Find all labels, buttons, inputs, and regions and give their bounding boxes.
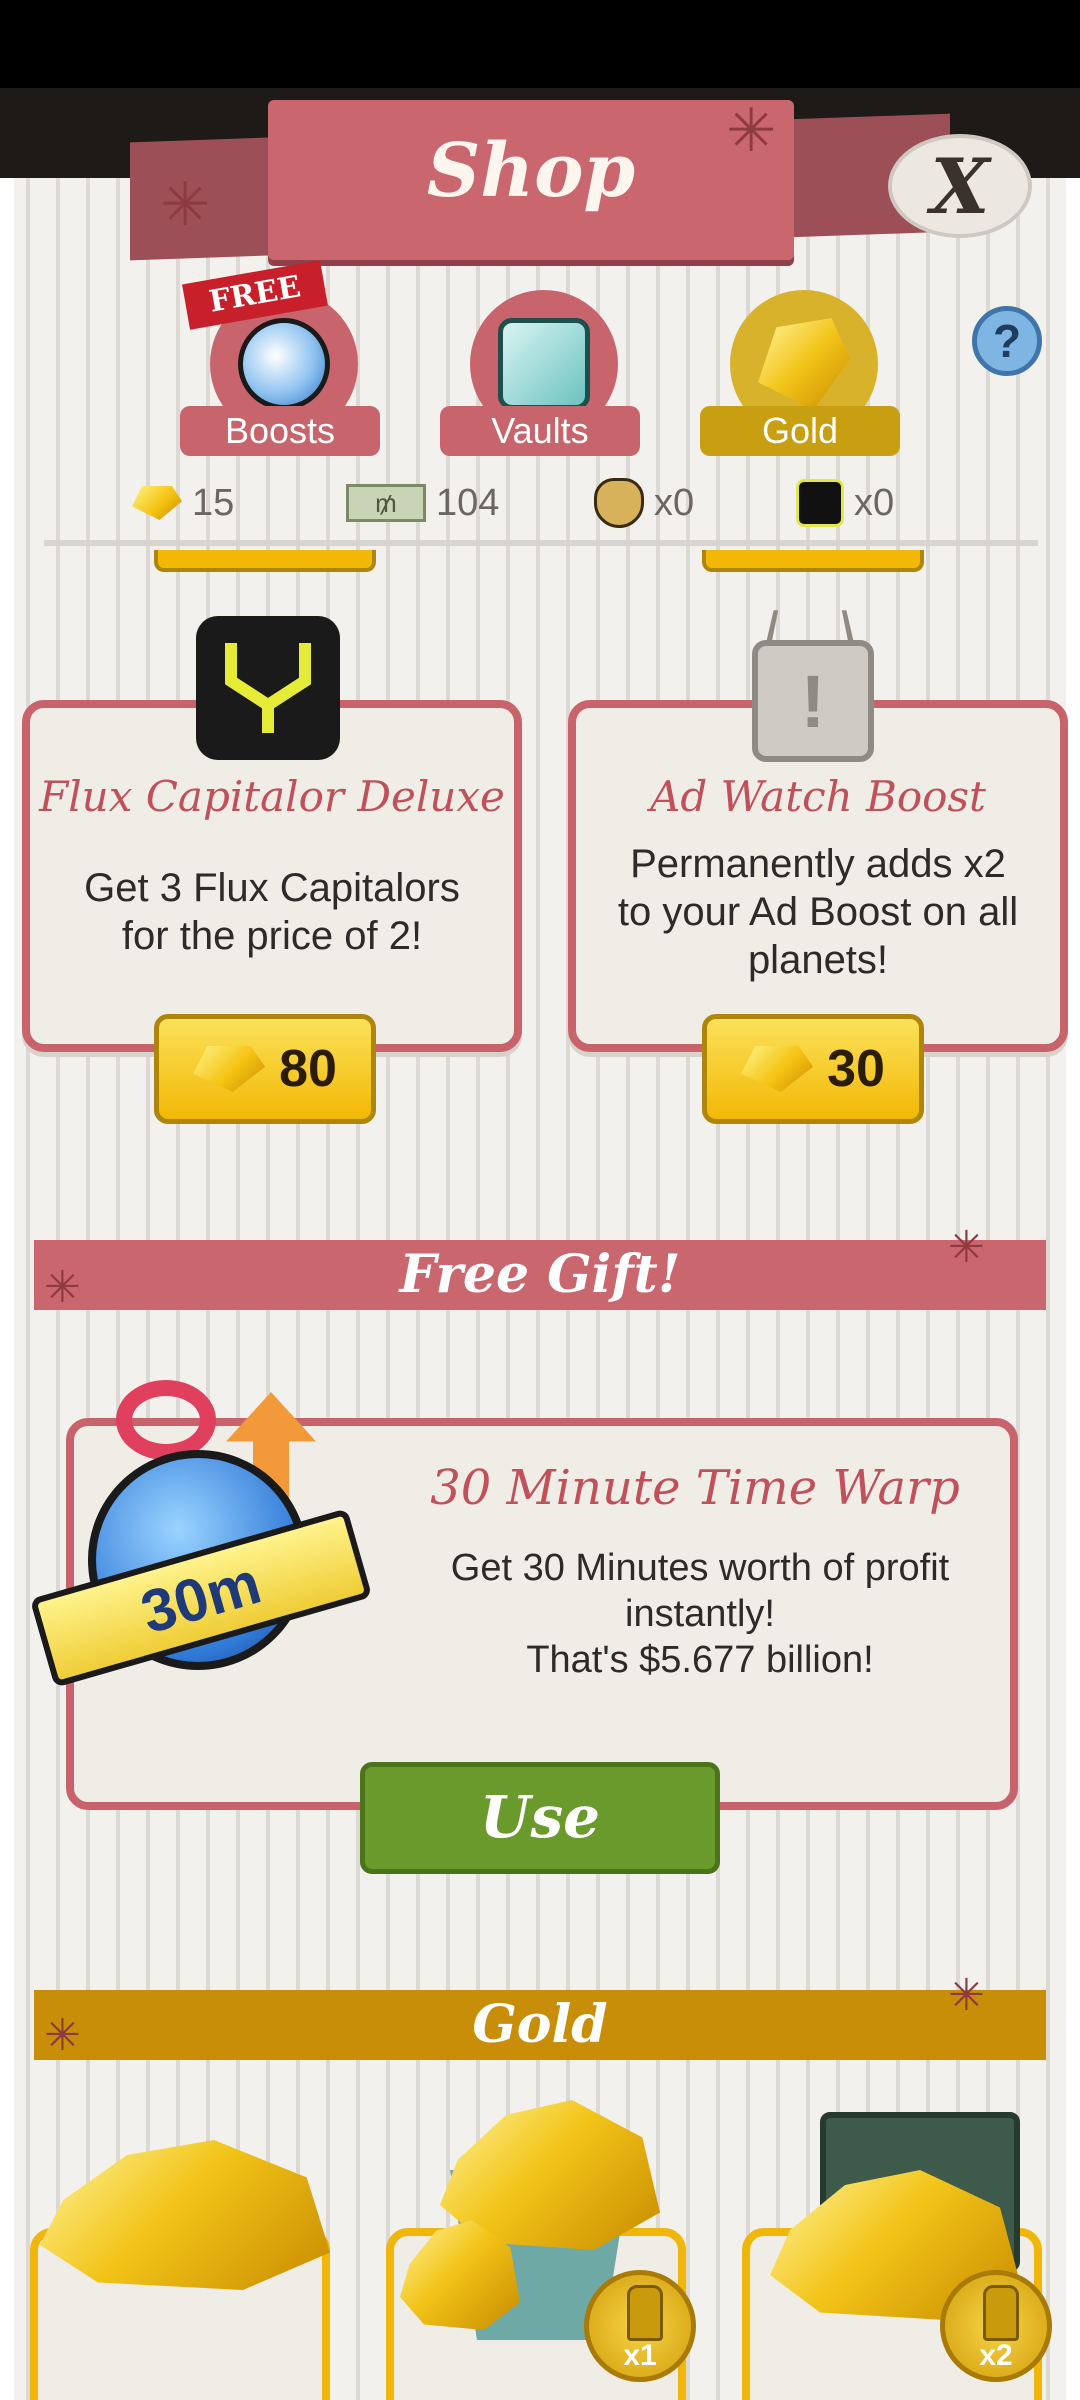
divider	[44, 540, 1038, 546]
scrolled-button-stub	[154, 550, 376, 572]
tab-vaults[interactable]: Vaults	[440, 290, 640, 456]
sparkle-icon: ✳	[948, 1222, 985, 1273]
sparkle-icon: ✳	[948, 1970, 985, 2021]
tab-label: Gold	[700, 406, 900, 456]
offer-description-line: for the price of 2!	[121, 914, 423, 958]
offer-title: Flux Capitalor Deluxe	[39, 772, 505, 821]
cash-boost-balance: x0	[594, 478, 694, 528]
sparkle-icon: ✳	[44, 1262, 81, 1313]
flux-balance: x0	[796, 478, 894, 528]
offer-description-line: to your Ad Boost on all	[617, 890, 1019, 934]
flux-capacitor-glyph	[225, 643, 311, 733]
free-gift-description-line: Get 30 Minutes worth of profit	[450, 1547, 950, 1589]
offer-description: Permanently adds x2 to your Ad Boost on …	[568, 840, 1068, 984]
megabucks-bill-icon: ₥	[346, 484, 426, 522]
cash-boost-count: x0	[654, 481, 695, 524]
offer-title: Ad Watch Boost	[650, 772, 986, 821]
free-gift-description: Get 30 Minutes worth of profit instantly…	[420, 1545, 980, 1683]
tv-icon: !	[752, 640, 874, 762]
money-bag-icon	[594, 478, 644, 528]
time-warp-icon: 30m	[29, 1372, 376, 1702]
gold-gem-icon	[132, 486, 182, 520]
page-title: Shop	[426, 128, 636, 214]
section-title: Gold	[472, 1994, 608, 2055]
bonus-seal: x1	[584, 2270, 696, 2382]
free-gift-title: 30 Minute Time Warp	[430, 1460, 960, 1516]
megabucks-count: 104	[436, 481, 500, 524]
bonus-seal: x2	[940, 2270, 1052, 2382]
vault-icon	[498, 318, 590, 410]
sparkle-icon: ✳	[726, 96, 777, 166]
offer-description-line: planets!	[747, 938, 889, 982]
free-gift-description-line: That's $5.677 billion!	[526, 1639, 874, 1681]
stopwatch-icon	[238, 318, 330, 410]
tab-label: Vaults	[440, 406, 640, 456]
price-label: 30	[827, 1040, 885, 1098]
price-label: 80	[279, 1040, 337, 1098]
gold-gem-icon	[193, 1046, 266, 1092]
scrolled-button-stub	[702, 550, 924, 572]
panel-edge-left	[0, 178, 14, 2400]
help-button[interactable]: ?	[972, 306, 1042, 376]
free-gift-description-line: instantly!	[625, 1593, 775, 1635]
section-title: Free Gift!	[399, 1244, 681, 1305]
sparkle-icon: ✳	[160, 170, 211, 240]
buy-flux-button[interactable]: 80	[154, 1014, 376, 1124]
panel-edge-right	[1066, 178, 1080, 2400]
gold-count: 15	[192, 481, 235, 524]
stopwatch-loop	[116, 1380, 216, 1460]
sparkle-icon: ✳	[44, 2010, 81, 2061]
use-button[interactable]: Use	[360, 1762, 720, 1874]
tab-gold[interactable]: Gold	[700, 290, 900, 456]
gold-balance: 15	[132, 478, 234, 528]
close-button[interactable]: X	[888, 134, 1032, 238]
offer-description-line: Permanently adds x2	[630, 842, 1006, 886]
flux-capacitor-small-icon	[796, 479, 844, 527]
status-bar	[0, 0, 1080, 88]
buy-ad-boost-button[interactable]: 30	[702, 1014, 924, 1124]
tab-label: Boosts	[180, 406, 380, 456]
offer-description-line: Get 3 Flux Capitalors	[84, 866, 460, 910]
flux-capacitor-icon	[196, 616, 340, 760]
flux-count: x0	[854, 481, 895, 524]
gold-gem-icon	[741, 1046, 814, 1092]
megabucks-balance: ₥ 104	[346, 478, 499, 528]
offer-description: Get 3 Flux Capitalors for the price of 2…	[22, 864, 522, 960]
